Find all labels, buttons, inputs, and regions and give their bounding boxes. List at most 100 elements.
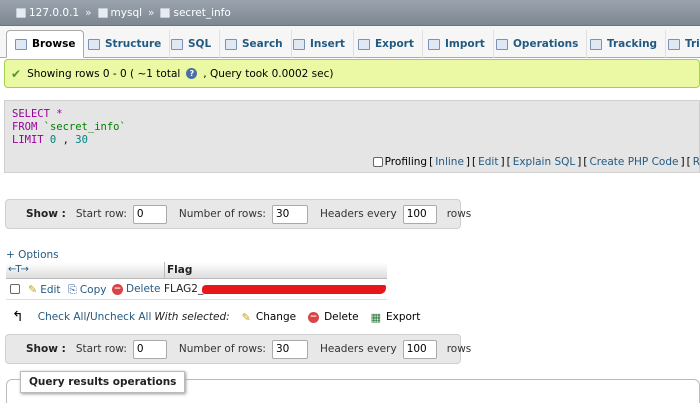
edit-label: Edit [40,283,61,296]
tab-label: SQL [188,38,212,50]
start-row-input[interactable] [132,204,167,224]
rows-label: rows [446,208,472,220]
tab-tracking[interactable]: Tracking [582,30,667,58]
export-icon: ▦ [370,310,381,324]
results-table: ←T→ Flag ✎ Edit ⎘ Copy − Delete FLAG2_ [6,262,387,300]
check-all-link[interactable]: Check All [38,311,87,323]
explain-sql-link[interactable]: Explain SQL [513,156,576,168]
tab-export[interactable]: Export [350,30,423,58]
with-selected-label: With selected: [154,311,230,323]
breadcrumb-separator: » [85,6,92,19]
tab-label: Insert [310,38,345,50]
sql-number: 0 [43,134,57,146]
tab-search[interactable]: Search [217,30,292,58]
headers-every-input[interactable] [402,339,437,359]
tab-label: Structure [105,38,162,50]
browse-icon [15,38,27,50]
notice-text: Showing rows 0 - 0 ( ~1 total [27,67,181,80]
import-icon [428,38,440,50]
start-row-input[interactable] [132,339,167,359]
tab-triggers[interactable]: Trig [660,30,700,58]
bracket: ] [465,156,471,168]
help-icon[interactable]: ? [186,68,198,79]
nav-top: Show : Start row: Number of rows: Header… [5,199,471,229]
table-icon [160,7,171,18]
operations-icon [496,38,508,50]
sql-token: , [56,134,69,146]
breadcrumb-database-label[interactable]: mysql [111,7,143,19]
show-button[interactable]: Show : [26,208,66,220]
show-button[interactable]: Show : [26,343,66,355]
bracket: [ [429,156,434,168]
flag-cell[interactable]: FLAG2_ [164,283,203,295]
delete-row-button[interactable]: − Delete [112,283,161,295]
bracket: ] [500,156,505,168]
tab-insert[interactable]: Insert [285,30,354,58]
sql-query-code: SELECT * FROM `secret_info` LIMIT 0 , 30 [12,108,126,147]
copy-row-button[interactable]: ⎘ Copy [68,283,106,297]
breadcrumb-server[interactable]: 127.0.0.1 [16,7,79,19]
sql-keyword: FROM [12,121,38,133]
delete-icon: − [112,283,123,295]
num-rows-input[interactable] [271,339,308,359]
column-header-flag[interactable]: Flag [164,262,387,279]
tab-label: Tracking [607,38,658,50]
edit-sql-link[interactable]: Edit [478,156,498,168]
create-php-code-link[interactable]: Create PHP Code [589,156,678,168]
tab-import[interactable]: Import [420,30,494,58]
headers-every-input[interactable] [402,204,437,224]
start-row-label: Start row: [75,208,127,220]
nav-bottom: Show : Start row: Number of rows: Header… [5,334,471,364]
notice-text-end: , Query took 0.0002 sec) [203,67,334,80]
num-rows-input[interactable] [271,204,308,224]
check-icon: ✔ [11,66,22,81]
bracket: [ [583,156,588,168]
row-checkbox[interactable] [10,284,20,294]
breadcrumb: 127.0.0.1 » mysql » secret_info [0,0,700,26]
sql-keyword: SELECT [12,108,50,120]
tab-label: Browse [32,38,76,50]
uncheck-all-link[interactable]: Uncheck All [90,311,151,323]
edit-row-button[interactable]: ✎ Edit [28,283,61,296]
triggers-icon [668,38,680,50]
tab-label: Search [242,38,283,50]
headers-every-label: Headers every [319,343,397,355]
change-selected-button[interactable]: ✎ Change [242,311,296,324]
tab-browse[interactable]: Browse [6,30,85,58]
delete-selected-button[interactable]: − Delete [308,311,359,323]
profiling-checkbox[interactable] [372,157,383,167]
tab-label: Operations [513,38,579,50]
tab-label: Import [445,38,485,50]
change-label: Change [255,311,297,323]
breadcrumb-server-label[interactable]: 127.0.0.1 [29,7,79,19]
refresh-link[interactable]: R [693,156,700,168]
options-link[interactable]: + Options [6,249,59,261]
tab-bar: Browse Structure SQL Search Insert Expor… [0,26,700,58]
database-icon [97,7,108,18]
breadcrumb-table-label[interactable]: secret_info [173,7,230,19]
breadcrumb-table[interactable]: secret_info [160,7,231,19]
tab-operations[interactable]: Operations [488,30,588,58]
export-selected-button[interactable]: ▦ Export [371,311,421,324]
column-arrows-icon[interactable]: ←T→ [8,264,29,275]
server-icon [16,7,26,18]
inline-link[interactable]: Inline [435,156,464,168]
breadcrumb-separator: » [148,6,155,19]
tab-structure[interactable]: Structure [80,30,171,58]
success-notice: ✔ Showing rows 0 - 0 ( ~1 total ? , Quer… [4,59,700,88]
sql-number: 30 [68,134,88,146]
export-icon [358,38,370,50]
copy-label: Copy [79,284,107,296]
insert-icon [293,38,305,50]
sql-icon [171,38,183,50]
bracket: [ [472,156,477,168]
breadcrumb-database[interactable]: mysql [97,7,143,19]
bracket: [ [506,156,511,168]
bracket: ] [680,156,685,168]
tab-label: Export [375,38,414,50]
tab-sql[interactable]: SQL [163,30,221,58]
start-row-label: Start row: [75,343,127,355]
export-label: Export [385,311,421,323]
profiling-label: Profiling [384,156,428,168]
table-row: ✎ Edit ⎘ Copy − Delete FLAG2_ [6,280,387,300]
